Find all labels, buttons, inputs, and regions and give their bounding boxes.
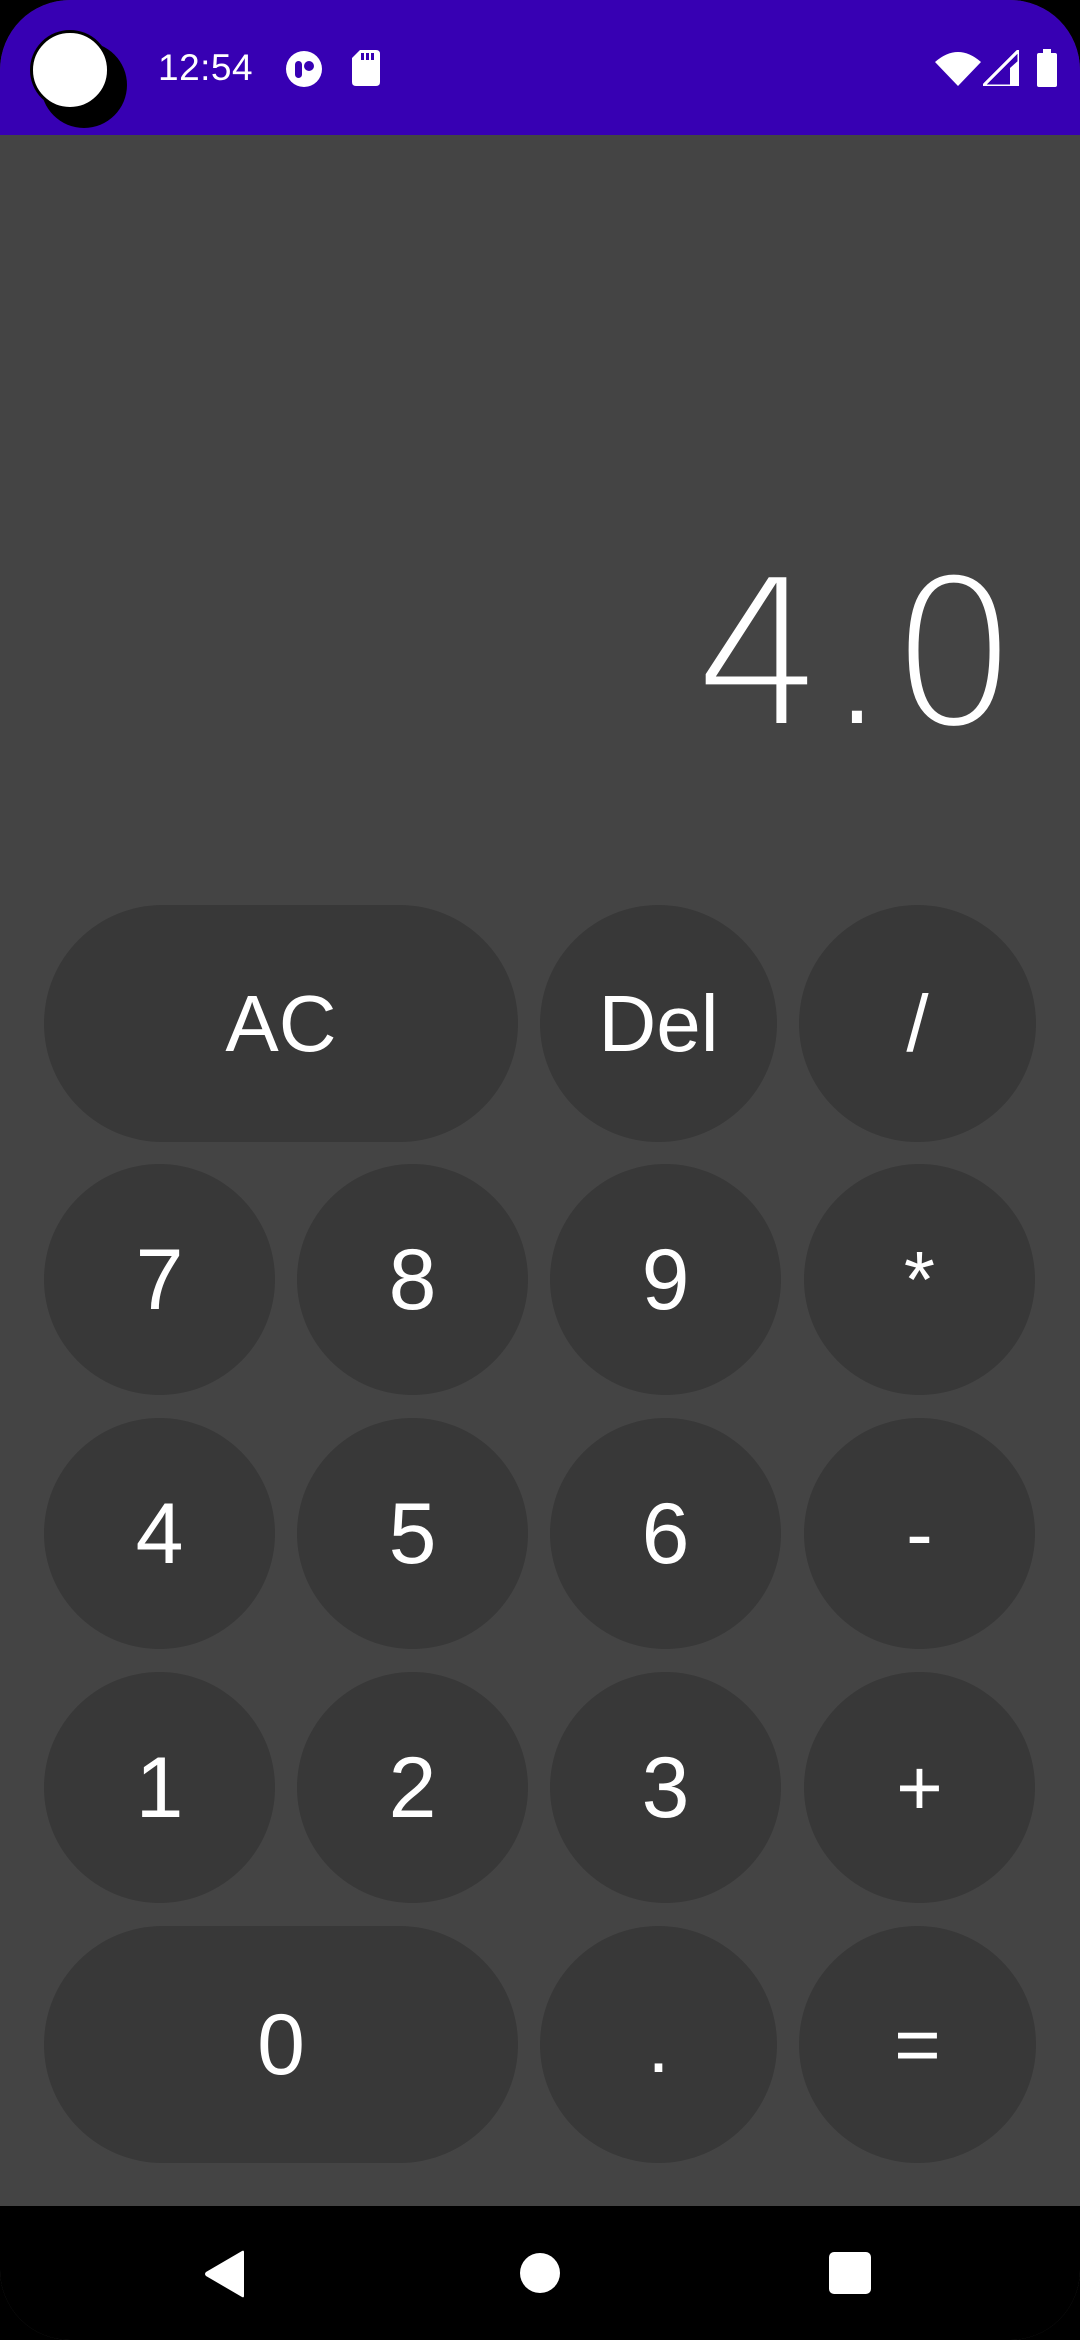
- digit-5-button[interactable]: 5: [297, 1418, 528, 1649]
- digit-2-button[interactable]: 2: [297, 1672, 528, 1903]
- status-bar: 12:54: [0, 0, 1080, 135]
- digit-4-button[interactable]: 4: [44, 1418, 275, 1649]
- digit-7-button[interactable]: 7: [44, 1164, 275, 1395]
- decimal-point-button[interactable]: .: [540, 1926, 777, 2163]
- digit-1-button[interactable]: 1: [44, 1672, 275, 1903]
- digit-8-button[interactable]: 8: [297, 1164, 528, 1395]
- sd-card-icon: [352, 50, 380, 86]
- cell-signal-icon: [983, 50, 1019, 86]
- calculator-screen: 12:54 4.0 AC Del / 7 8 9 * 4 5 6 - 1 2 3…: [0, 0, 1080, 2340]
- equals-button[interactable]: =: [799, 1926, 1036, 2163]
- digit-9-button[interactable]: 9: [550, 1164, 781, 1395]
- plus-button[interactable]: +: [804, 1672, 1035, 1903]
- digit-6-button[interactable]: 6: [550, 1418, 781, 1649]
- home-icon[interactable]: [520, 2253, 560, 2293]
- navigation-bar: [0, 2206, 1080, 2340]
- app-notification-icon: [285, 50, 323, 88]
- minus-button[interactable]: -: [804, 1418, 1035, 1649]
- bubble-icon[interactable]: [30, 30, 110, 110]
- result-display: 4.0: [695, 538, 1020, 771]
- digit-0-button[interactable]: 0: [44, 1926, 518, 2163]
- clear-all-button[interactable]: AC: [44, 905, 518, 1142]
- multiply-button[interactable]: *: [804, 1164, 1035, 1395]
- status-time: 12:54: [158, 47, 254, 88]
- battery-icon: [1037, 49, 1057, 87]
- wifi-icon: [935, 50, 981, 86]
- recents-icon[interactable]: [829, 2252, 871, 2294]
- digit-3-button[interactable]: 3: [550, 1672, 781, 1903]
- delete-button[interactable]: Del: [540, 905, 777, 1142]
- back-icon[interactable]: [204, 2250, 246, 2298]
- divide-button[interactable]: /: [799, 905, 1036, 1142]
